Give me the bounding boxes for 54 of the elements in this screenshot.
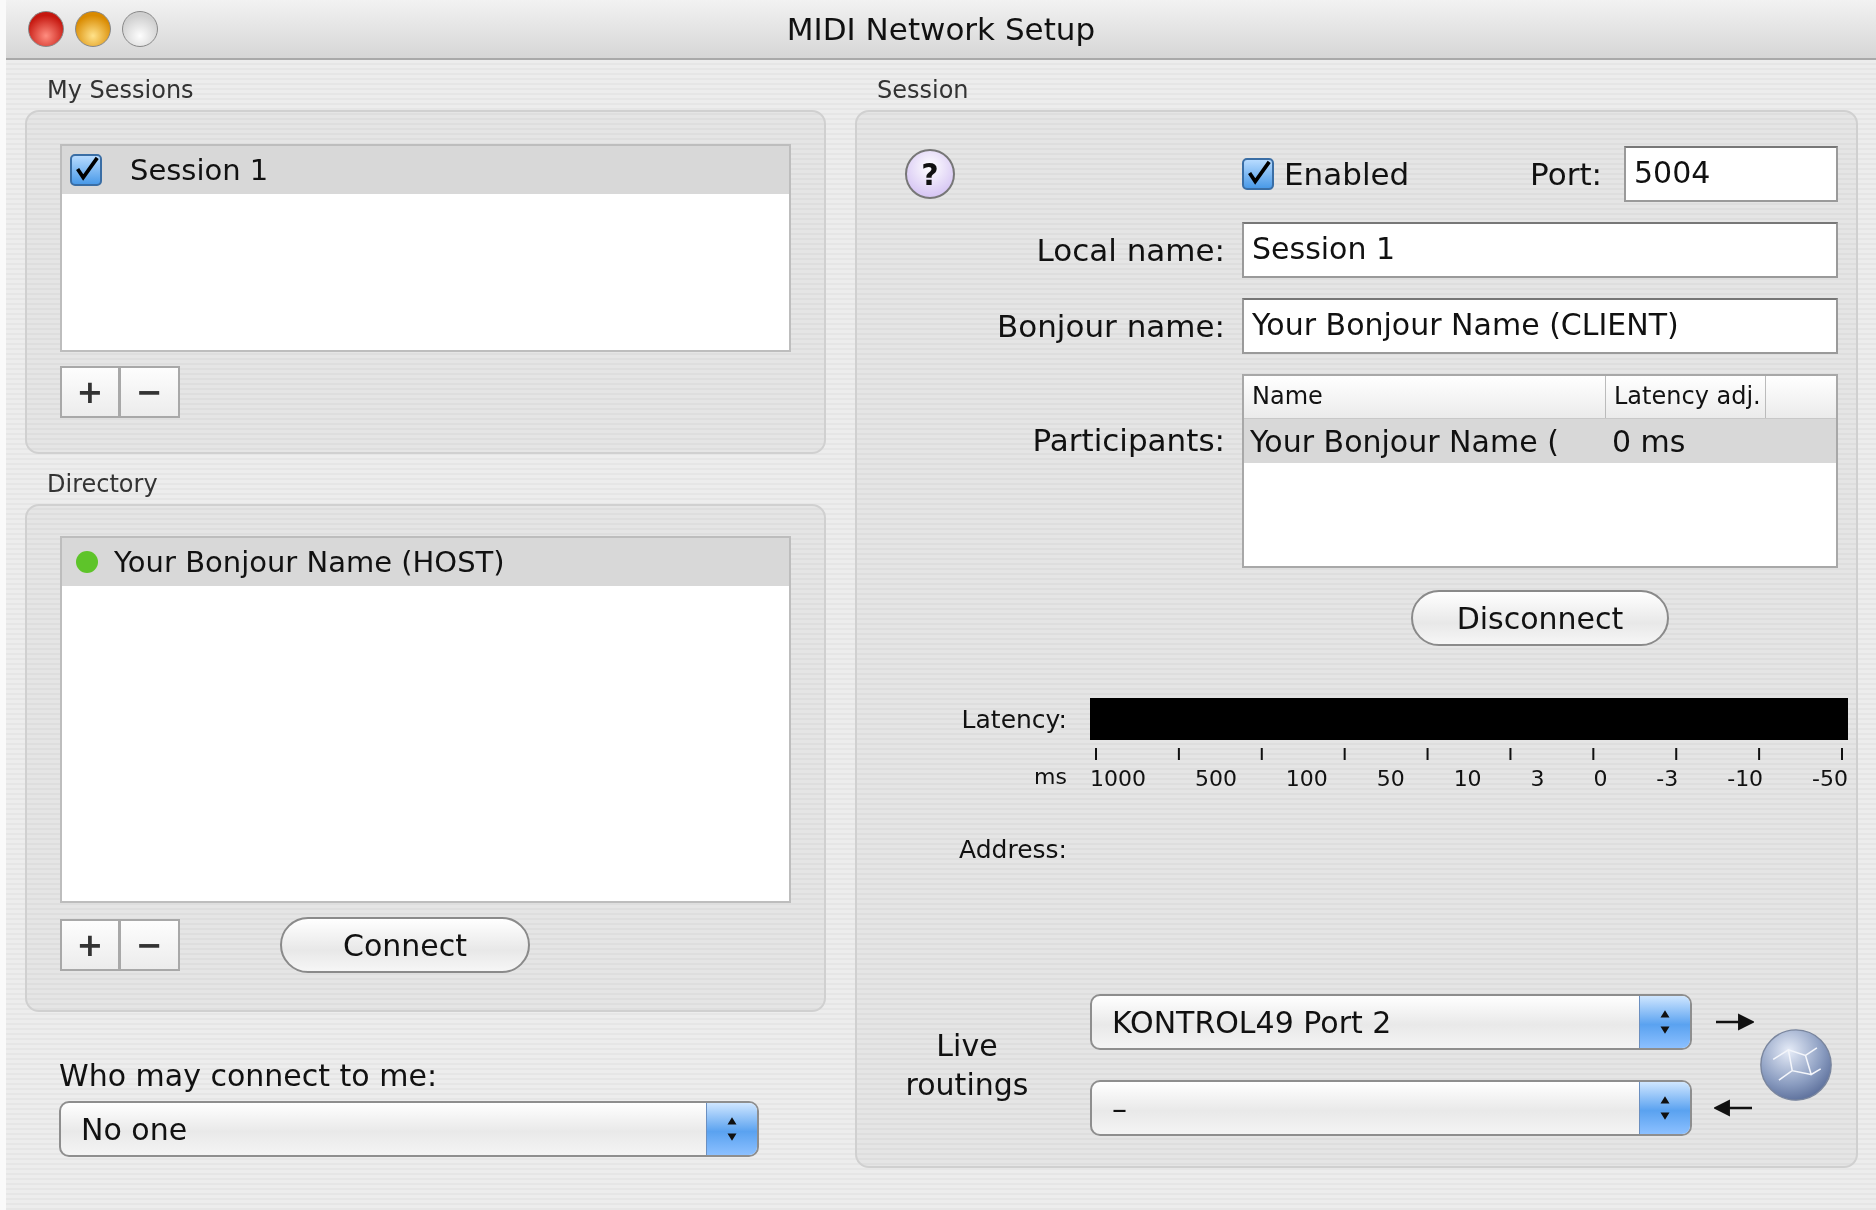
add-button[interactable]: + <box>60 366 120 418</box>
tick-label: -10 <box>1727 766 1764 791</box>
minimize-button[interactable] <box>75 11 111 47</box>
port-field[interactable]: 5004 <box>1624 146 1838 202</box>
local-name-field[interactable]: Session 1 <box>1242 222 1838 278</box>
tick-label: 3 <box>1530 766 1545 791</box>
help-button[interactable]: ? <box>905 149 955 199</box>
column-header[interactable]: Latency adj. <box>1606 376 1766 418</box>
add-button[interactable]: + <box>60 919 120 971</box>
tick-label: 1000 <box>1090 766 1146 791</box>
address-label: Address: <box>959 835 1067 864</box>
tick-label: 10 <box>1453 766 1482 791</box>
remove-button[interactable]: − <box>120 366 180 418</box>
directory-row[interactable]: Your Bonjour Name (HOST) <box>62 538 789 586</box>
host-name: Your Bonjour Name (HOST) <box>114 545 505 579</box>
latency-label: Latency: <box>961 704 1067 734</box>
tick-label: 50 <box>1376 766 1405 791</box>
access-dropdown[interactable]: No one <box>59 1101 759 1157</box>
table-cell-text: Your Bonjour Name ( <box>1249 423 1560 459</box>
output-dropdown[interactable]: KONTROL49 Port 2 <box>1090 994 1692 1050</box>
checkbox[interactable] <box>1242 158 1274 190</box>
zoom-button[interactable] <box>122 11 158 47</box>
table-cell-text: 0 ms <box>1611 423 1686 459</box>
tick-label: 100 <box>1285 766 1328 791</box>
section-label: Directory <box>47 470 158 498</box>
close-button[interactable] <box>28 11 64 47</box>
window-title: MIDI Network Setup <box>786 11 1096 47</box>
field-label: Port: <box>1530 156 1602 192</box>
tick-label: 0 <box>1593 766 1608 791</box>
section-label: My Sessions <box>47 76 194 104</box>
field-label: Participants: <box>1032 422 1225 458</box>
tick-label: 500 <box>1194 766 1237 791</box>
session-row[interactable]: Session 1 <box>62 146 789 194</box>
arrow-left-icon <box>1714 1099 1754 1117</box>
checkbox[interactable] <box>70 154 102 186</box>
connect-button[interactable]: Connect <box>280 917 530 973</box>
column-header[interactable]: Name <box>1244 376 1606 418</box>
field-label: Local name: <box>1036 232 1225 268</box>
input-dropdown[interactable]: – <box>1090 1080 1692 1136</box>
routings-label: Live routings <box>904 1027 1030 1104</box>
field-label: Bonjour name: <box>996 308 1225 344</box>
tick-label: -50 <box>1812 766 1848 791</box>
checkbox-label: Enabled <box>1284 156 1410 192</box>
globe-icon <box>1758 1027 1834 1103</box>
field-label: Who may connect to me: <box>59 1058 438 1093</box>
session-name: Session 1 <box>130 153 269 187</box>
unit-label: ms <box>1034 764 1067 789</box>
section-label: Session <box>877 76 969 104</box>
participant-row[interactable]: Your Bonjour Name ( 0 ms <box>1244 419 1836 463</box>
tick-label: -3 <box>1656 766 1679 791</box>
bonjour-name-field[interactable]: Your Bonjour Name (CLIENT) <box>1242 298 1838 354</box>
remove-button[interactable]: − <box>120 919 180 971</box>
disconnect-button[interactable]: Disconnect <box>1411 590 1669 646</box>
arrow-right-icon <box>1714 1013 1754 1031</box>
